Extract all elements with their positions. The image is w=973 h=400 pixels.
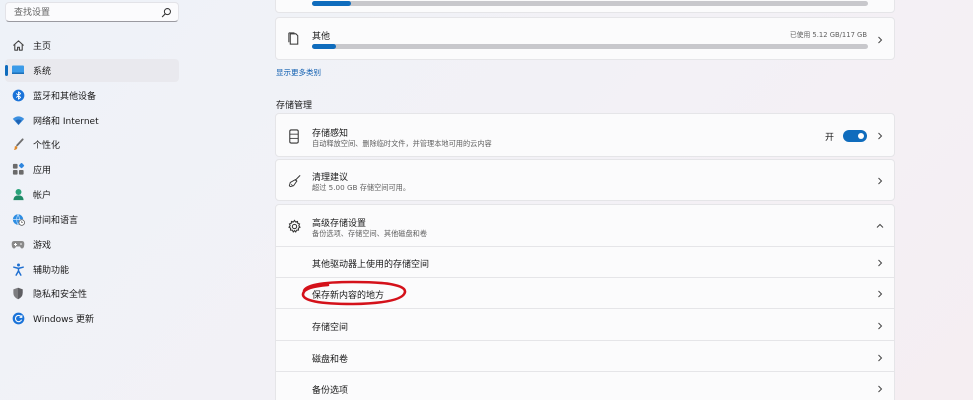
system-icon	[11, 63, 25, 77]
chevron-right-icon	[878, 259, 883, 267]
sidebar-item-label: 网络和 Internet	[33, 116, 99, 127]
advanced-storage-subtitle: 备份选项、存储空间、其他磁盘和卷	[312, 229, 428, 238]
broom-icon	[286, 173, 302, 189]
storage-category-title: 其他	[312, 32, 331, 42]
wifi-icon	[11, 113, 25, 127]
sidebar-item-label: 蓝牙和其他设备	[33, 91, 97, 102]
nav-list: 主页 系统 蓝牙和其他设备 网络和 Internet 个性化 应用 帐户 时间和…	[0, 34, 190, 332]
sidebar-item-label: 主页	[33, 42, 52, 52]
brush-icon	[11, 138, 25, 152]
advanced-item-storage-spaces[interactable]: 存储空间	[275, 308, 895, 341]
advanced-item-other-drives[interactable]: 其他驱动器上使用的存储空间	[275, 246, 895, 278]
storage-usage-bar-fill	[312, 44, 337, 49]
sidebar-item-accounts[interactable]: 帐户	[5, 183, 179, 206]
storage-sense-title: 存储感知	[312, 129, 349, 139]
advanced-item-backup-options[interactable]: 备份选项	[275, 371, 895, 400]
update-icon	[11, 312, 25, 326]
advanced-item-label: 备份选项	[312, 386, 349, 396]
chevron-right-icon	[878, 36, 883, 44]
sidebar-item-personalization[interactable]: 个性化	[5, 133, 179, 156]
storage-usage-text: 已使用 5.12 GB/117 GB	[789, 31, 867, 39]
gamepad-icon	[11, 237, 25, 251]
storage-sense-toggle-state: 开	[825, 133, 835, 143]
chevron-right-icon	[878, 322, 883, 330]
sidebar-item-network[interactable]: 网络和 Internet	[5, 109, 179, 132]
sidebar-item-gaming[interactable]: 游戏	[5, 233, 179, 256]
storage-sense-row[interactable]: 存储感知 自动释放空间、删除临时文件，并管理本地可用的云内容 开	[275, 113, 895, 157]
sidebar-item-privacy[interactable]: 隐私和安全性	[5, 282, 179, 305]
section-title-storage-management: 存储管理	[276, 101, 313, 111]
advanced-storage-settings-header[interactable]: 高级存储设置 备份选项、存储空间、其他磁盘和卷	[275, 204, 895, 247]
storage-category-other[interactable]: 其他 已使用 5.12 GB/117 GB	[275, 17, 895, 60]
storage-sense-toggle[interactable]	[843, 130, 867, 142]
storage-usage-bar	[312, 1, 868, 6]
cleanup-subtitle: 超过 5.00 GB 存储空间可用。	[312, 183, 411, 192]
sidebar-item-label: 游戏	[33, 240, 52, 251]
chevron-right-icon	[878, 290, 883, 298]
sidebar-item-label: 系统	[33, 66, 52, 77]
search-input[interactable]	[12, 5, 156, 21]
sidebar-item-windows-update[interactable]: Windows 更新	[5, 307, 179, 330]
sidebar-item-system[interactable]: 系统	[5, 58, 179, 82]
chevron-up-icon	[876, 223, 884, 228]
sidebar-item-label: 隐私和安全性	[33, 290, 88, 301]
home-icon	[11, 39, 25, 53]
cleanup-title: 清理建议	[312, 173, 349, 183]
sidebar-item-home[interactable]: 主页	[5, 34, 179, 57]
accessibility-icon	[11, 262, 25, 276]
search-icon[interactable]	[161, 7, 172, 18]
storage-drive-icon	[286, 128, 302, 144]
main-content: 其他 已使用 5.12 GB/117 GB 显示更多类别 存储管理 存储感知 自…	[275, 0, 895, 400]
sidebar: 主页 系统 蓝牙和其他设备 网络和 Internet 个性化	[0, 0, 190, 400]
sidebar-item-label: 帐户	[33, 191, 52, 202]
cleanup-recommendations-row[interactable]: 清理建议 超过 5.00 GB 存储空间可用。	[275, 159, 895, 201]
advanced-item-label: 磁盘和卷	[312, 355, 349, 365]
storage-sense-subtitle: 自动释放空间、删除临时文件，并管理本地可用的云内容	[312, 139, 492, 148]
show-more-categories-link[interactable]: 显示更多类别	[276, 67, 321, 78]
sidebar-item-label: 辅助功能	[33, 265, 70, 276]
sidebar-item-label: Windows 更新	[33, 315, 95, 326]
globe-clock-icon	[11, 212, 25, 226]
chevron-right-icon	[878, 177, 883, 185]
advanced-storage-title: 高级存储设置	[312, 219, 367, 229]
advanced-item-label: 其他驱动器上使用的存储空间	[312, 260, 430, 270]
sidebar-item-label: 应用	[33, 166, 52, 177]
toggle-knob	[858, 133, 864, 139]
shield-icon	[11, 287, 25, 301]
advanced-item-save-locations[interactable]: 保存新内容的地方	[275, 277, 895, 309]
gear-icon	[286, 218, 302, 234]
sidebar-item-bluetooth[interactable]: 蓝牙和其他设备	[5, 84, 179, 107]
chevron-right-icon	[878, 132, 883, 140]
storage-usage-bar	[312, 44, 868, 49]
sidebar-item-label: 时间和语言	[33, 215, 79, 226]
search-box[interactable]	[5, 2, 179, 22]
sidebar-item-accessibility[interactable]: 辅助功能	[5, 258, 179, 281]
other-files-icon	[286, 30, 302, 46]
sidebar-item-label: 个性化	[33, 141, 61, 152]
advanced-item-disks-volumes[interactable]: 磁盘和卷	[275, 340, 895, 372]
advanced-item-label: 保存新内容的地方	[312, 291, 385, 301]
bluetooth-icon	[11, 88, 25, 102]
sidebar-item-apps[interactable]: 应用	[5, 158, 179, 181]
person-icon	[11, 188, 25, 202]
apps-icon	[11, 163, 25, 177]
chevron-right-icon	[878, 354, 883, 362]
storage-category-card[interactable]	[275, 0, 895, 13]
storage-usage-bar-fill	[312, 1, 351, 6]
sidebar-item-time-language[interactable]: 时间和语言	[5, 208, 179, 231]
advanced-item-label: 存储空间	[312, 323, 349, 333]
chevron-right-icon	[878, 385, 883, 393]
